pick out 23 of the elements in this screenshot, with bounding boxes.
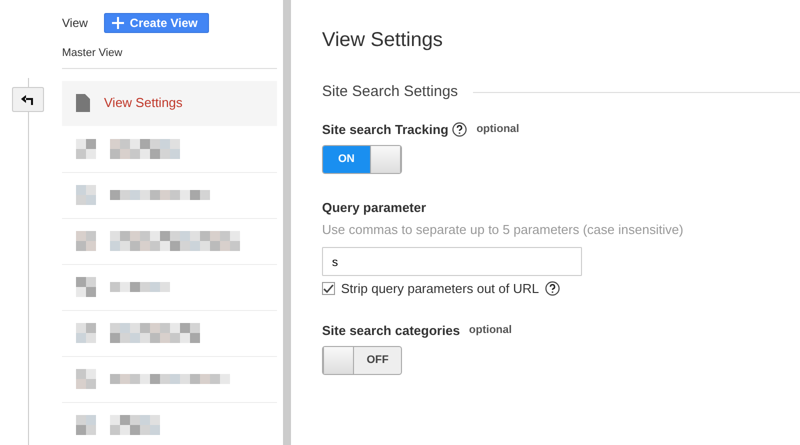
field-label: Site search Tracking [322, 120, 448, 139]
plus-icon [112, 17, 124, 29]
field-label: Site search categories [322, 322, 460, 340]
view-label: View [62, 15, 88, 32]
checkbox-label: Strip query parameters out of URL [341, 280, 539, 298]
checkbox[interactable] [322, 282, 335, 296]
master-view-label: Master View [62, 47, 122, 59]
document-icon [76, 94, 90, 112]
section-heading: Site Search Settings [322, 82, 458, 102]
create-view-button[interactable]: Create View [104, 13, 209, 33]
sidebar-item[interactable]: View Settings [62, 80, 277, 126]
page-title: View Settings [322, 28, 444, 53]
text-input-field[interactable]: s [322, 247, 582, 276]
help-icon[interactable] [452, 122, 468, 137]
toggle-switch[interactable]: OFF [322, 346, 402, 375]
field-label: Query parameter [322, 199, 426, 217]
hint-text: Use commas to separate up to 5 parameters (case insensitive) [322, 220, 684, 239]
toggle-switch[interactable]: ON [322, 145, 402, 174]
optional-label: optional [469, 323, 512, 338]
back-button[interactable] [12, 87, 44, 112]
optional-label: optional [476, 122, 520, 137]
help-icon[interactable] [544, 281, 560, 296]
back-arrow-icon [20, 94, 36, 106]
